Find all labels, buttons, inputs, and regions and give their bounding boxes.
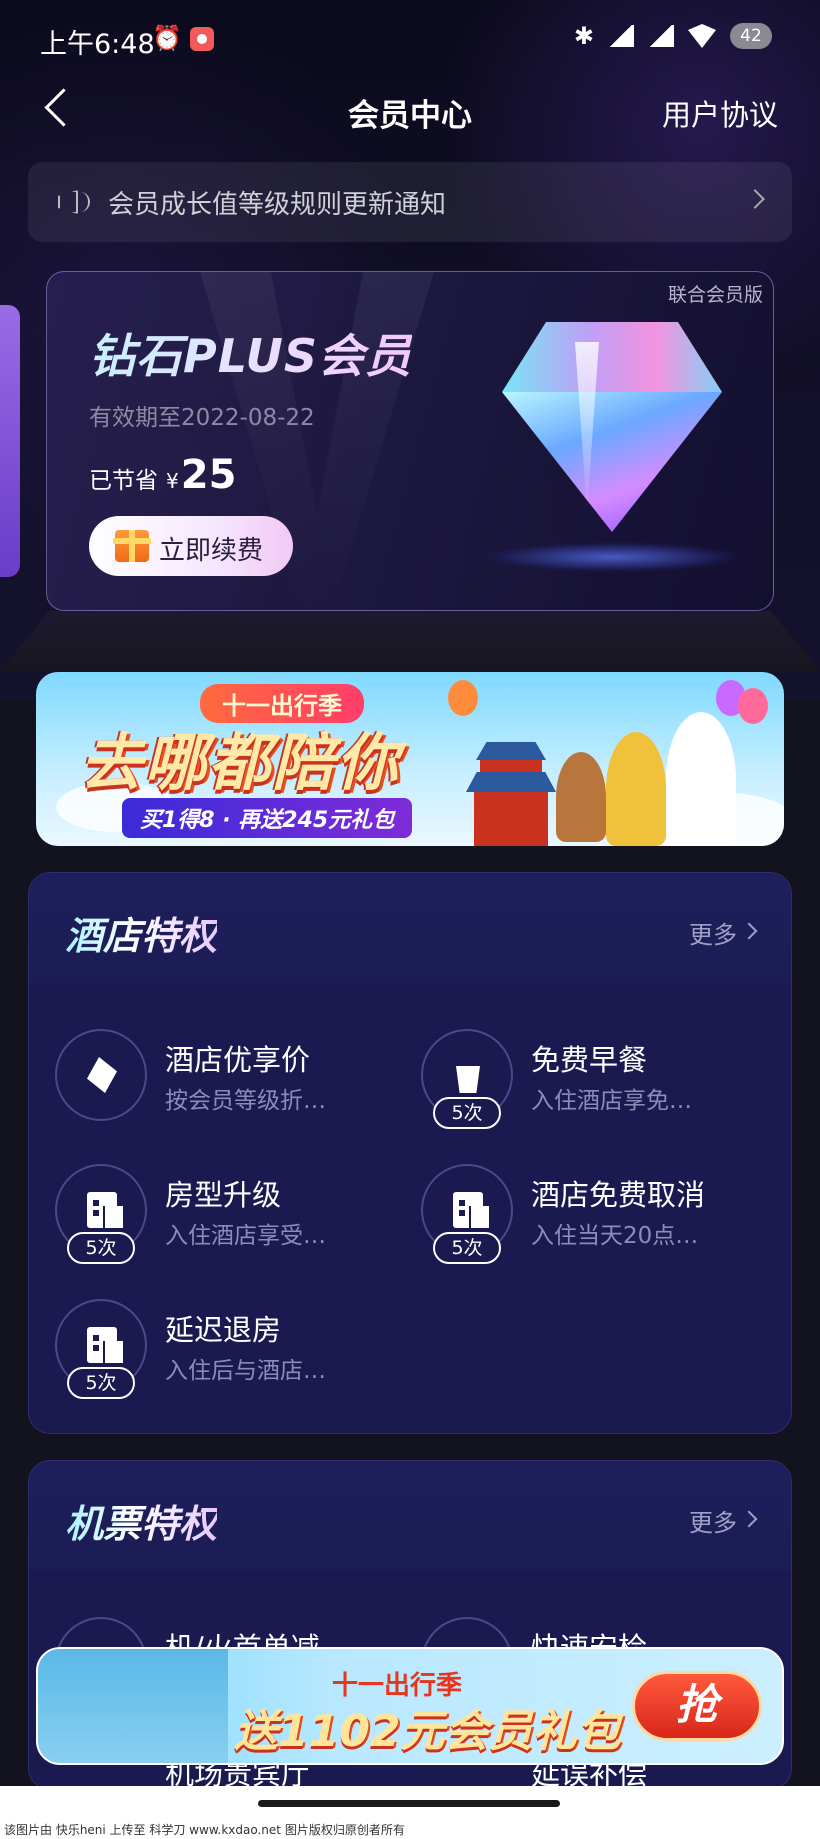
privilege-desc: 入住当天20点… bbox=[531, 1223, 699, 1249]
flight-privileges-title: 机票特权 bbox=[65, 1493, 217, 1548]
signal-icon bbox=[608, 25, 634, 47]
battery-icon: 42 bbox=[730, 23, 772, 49]
privilege-icon-circle bbox=[55, 1029, 147, 1121]
screen-record-icon bbox=[190, 27, 214, 51]
renew-button[interactable]: 立即续费 bbox=[89, 516, 293, 576]
wifi-icon bbox=[688, 24, 716, 48]
member-level-title: 钻石PLUS会员 bbox=[89, 320, 412, 386]
privilege-count-badge: 5次 bbox=[67, 1367, 135, 1399]
privilege-name: 免费早餐 bbox=[531, 1043, 648, 1077]
privilege-name: 酒店免费取消 bbox=[531, 1178, 706, 1212]
privilege-count-badge: 5次 bbox=[433, 1232, 501, 1264]
previous-card-peek[interactable] bbox=[0, 305, 20, 577]
currency-symbol: ¥ bbox=[166, 469, 179, 493]
saved-amount: 已节省 ¥25 bbox=[89, 452, 236, 498]
privilege-name: 延迟退房 bbox=[165, 1313, 282, 1347]
flight-more-link[interactable]: 更多 bbox=[689, 1503, 737, 1538]
privilege-desc: 入住后与酒店… bbox=[165, 1358, 326, 1384]
diamond-icon bbox=[467, 302, 757, 592]
signal-icon-2 bbox=[648, 25, 674, 47]
watermark-text: 该图片由 快乐heni 上传至 科学刀 www.kxdao.net 图片版权归原… bbox=[0, 1822, 820, 1839]
float-headline: 送1102元会员礼包 bbox=[234, 1706, 621, 1757]
building-icon bbox=[453, 1192, 489, 1228]
privilege-desc: 按会员等级折… bbox=[165, 1088, 326, 1114]
privilege-count-badge: 5次 bbox=[67, 1232, 135, 1264]
building-icon bbox=[87, 1192, 123, 1228]
privilege-name: 酒店优享价 bbox=[165, 1043, 311, 1077]
promo-headline: 去哪都陪你 bbox=[80, 726, 401, 799]
saved-label: 已节省 bbox=[89, 468, 158, 494]
grab-button[interactable]: 抢 bbox=[632, 1671, 762, 1741]
status-time: 上午6:48 bbox=[40, 29, 155, 60]
breakfast-icon bbox=[456, 1066, 480, 1093]
home-indicator[interactable] bbox=[258, 1800, 560, 1807]
status-icons: ✱ 42 bbox=[574, 22, 772, 50]
promo-subtitle: 买1得8 · 再送245元礼包 bbox=[122, 798, 413, 838]
privilege-item[interactable]: 5次 酒店免费取消 入住当天20点… bbox=[421, 1164, 781, 1274]
floating-promo-banner[interactable]: 十一出行季 送1102元会员礼包 抢 bbox=[36, 1647, 784, 1765]
bluetooth-icon: ✱ bbox=[573, 22, 594, 50]
privilege-desc: 入住酒店享免… bbox=[531, 1088, 692, 1114]
travelers-illustration bbox=[38, 1649, 228, 1763]
privilege-name: 房型升级 bbox=[165, 1178, 282, 1212]
privilege-item[interactable]: 5次 免费早餐 入住酒店享免… bbox=[421, 1029, 781, 1139]
hotel-more-link[interactable]: 更多 bbox=[689, 915, 737, 950]
notice-bar[interactable]: 会员成长值等级规则更新通知 bbox=[28, 162, 792, 242]
renew-button-label: 立即续费 bbox=[159, 536, 264, 566]
gift-icon bbox=[113, 530, 151, 562]
promo-banner[interactable]: 十一出行季 去哪都陪你 买1得8 · 再送245元礼包 bbox=[36, 672, 784, 846]
saved-value: 25 bbox=[180, 452, 237, 498]
travelers-illustration bbox=[448, 680, 776, 846]
privilege-item[interactable]: 5次 延迟退房 入住后与酒店… bbox=[55, 1299, 415, 1409]
alarm-icon: ⏰ bbox=[152, 24, 182, 52]
price-tag-icon bbox=[87, 1057, 117, 1093]
expire-date: 有效期至2022-08-22 bbox=[89, 405, 315, 431]
speaker-icon bbox=[56, 186, 92, 218]
chevron-right-icon bbox=[745, 189, 765, 209]
privilege-count-badge: 5次 bbox=[433, 1097, 501, 1129]
temple-illustration bbox=[466, 732, 556, 846]
privilege-item[interactable]: 5次 房型升级 入住酒店享受… bbox=[55, 1164, 415, 1274]
privilege-item[interactable]: 酒店优享价 按会员等级折… bbox=[55, 1029, 415, 1139]
hotel-privileges-card: 酒店特权 更多 酒店优享价 按会员等级折… 5次 免费早餐 入住酒店享免… 5次… bbox=[28, 872, 792, 1434]
hotel-privileges-title: 酒店特权 bbox=[65, 905, 217, 960]
notice-text: 会员成长值等级规则更新通知 bbox=[108, 190, 447, 220]
card-stage bbox=[0, 611, 820, 671]
member-card: 联合会员版 钻石PLUS会员 有效期至2022-08-22 已节省 ¥25 立即续… bbox=[46, 271, 774, 611]
privilege-desc: 入住酒店享受… bbox=[165, 1223, 326, 1249]
building-icon bbox=[87, 1327, 123, 1363]
status-bar: 上午6:48 ⏰ ✱ 42 bbox=[0, 0, 820, 80]
user-agreement-link[interactable]: 用户协议 bbox=[662, 92, 778, 134]
